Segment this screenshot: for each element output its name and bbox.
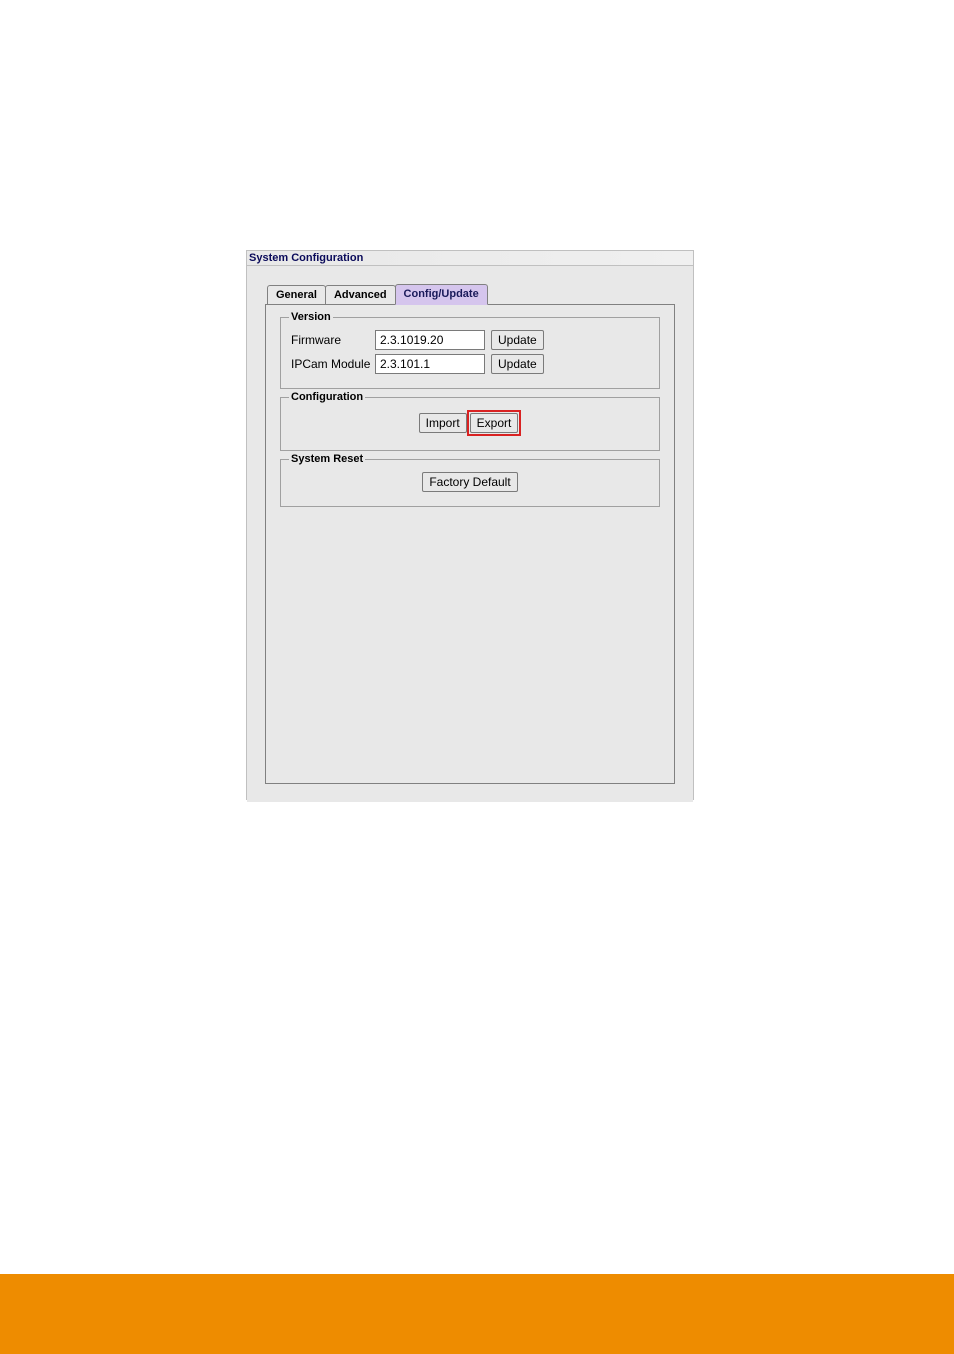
tabs-container: General Advanced Config/Update Version F… <box>265 284 675 784</box>
export-highlight: Export <box>467 410 522 436</box>
tab-advanced[interactable]: Advanced <box>325 285 396 304</box>
dialog-title: System Configuration <box>247 251 693 266</box>
system-reset-fieldset: System Reset Factory Default <box>280 459 660 507</box>
firmware-row: Firmware Update <box>291 330 649 350</box>
configuration-legend: Configuration <box>289 391 365 403</box>
system-reset-legend: System Reset <box>289 453 365 465</box>
factory-default-button[interactable]: Factory Default <box>422 472 517 492</box>
tab-general[interactable]: General <box>267 285 326 304</box>
ipcam-update-button[interactable]: Update <box>491 354 544 374</box>
firmware-version-input[interactable] <box>375 330 485 350</box>
firmware-label: Firmware <box>291 333 375 347</box>
system-configuration-dialog: System Configuration General Advanced Co… <box>246 250 694 800</box>
tab-config-update[interactable]: Config/Update <box>395 284 488 305</box>
version-fieldset: Version Firmware Update IPCam Module Upd… <box>280 317 660 389</box>
configuration-fieldset: Configuration ImportExport <box>280 397 660 451</box>
ipcam-version-input[interactable] <box>375 354 485 374</box>
export-button[interactable]: Export <box>470 413 519 433</box>
ipcam-row: IPCam Module Update <box>291 354 649 374</box>
ipcam-label: IPCam Module <box>291 357 375 371</box>
import-button[interactable]: Import <box>419 413 467 433</box>
dialog-body: General Advanced Config/Update Version F… <box>247 266 693 802</box>
system-reset-row: Factory Default <box>291 468 649 496</box>
footer-bar <box>0 1274 954 1354</box>
version-legend: Version <box>289 311 333 323</box>
firmware-update-button[interactable]: Update <box>491 330 544 350</box>
configuration-row: ImportExport <box>291 406 649 440</box>
tab-panel-config-update: Version Firmware Update IPCam Module Upd… <box>265 304 675 784</box>
tab-row: General Advanced Config/Update <box>267 284 675 304</box>
